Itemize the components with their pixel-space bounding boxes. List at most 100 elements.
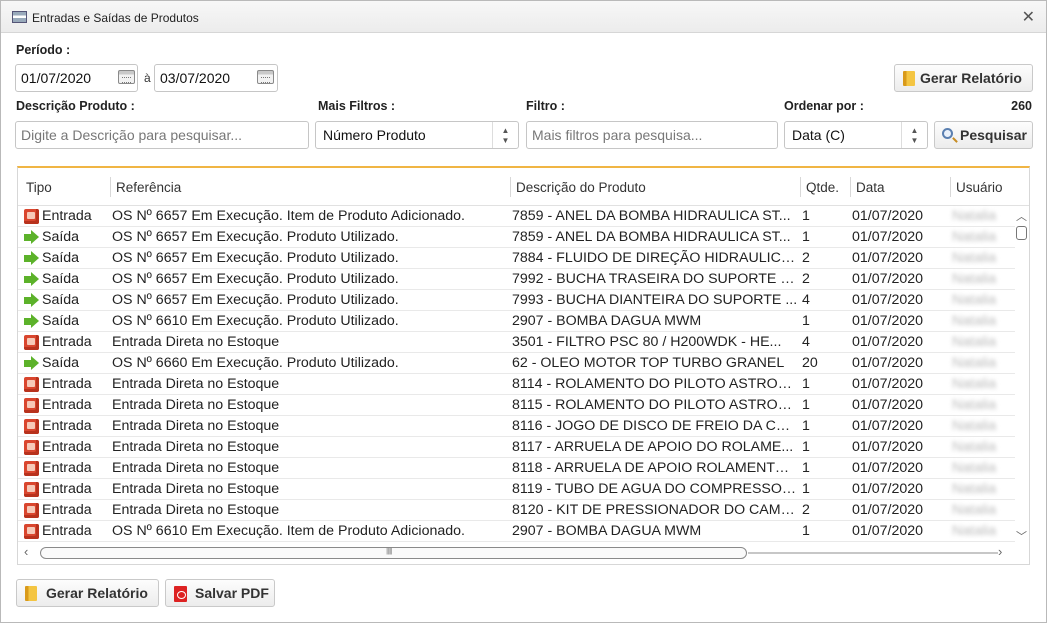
referencia-cell: Entrada Direta no Estoque — [112, 460, 280, 476]
search-button[interactable]: Pesquisar — [934, 121, 1033, 149]
select-arrows-icon: ▲ ▼ — [901, 122, 927, 148]
scroll-up-icon[interactable]: ︿ — [1016, 208, 1027, 224]
table-row[interactable]: Entrada Entrada Direta no Estoque 8119 - T… — [18, 479, 1015, 500]
results-grid: Tipo Referência Descrição do Produto Qtd… — [17, 166, 1030, 565]
titlebar: Entradas e Saídas de Produtos ✕ — [1, 1, 1046, 33]
scroll-right-icon[interactable]: › — [998, 544, 1002, 559]
folder-icon — [25, 586, 37, 601]
col-separator[interactable] — [850, 177, 851, 197]
scroll-track[interactable] — [748, 552, 998, 554]
col-separator[interactable] — [110, 177, 111, 197]
referencia-cell: OS Nº 6657 Em Execução. Produto Utilizad… — [112, 229, 399, 245]
filter-label: Filtro : — [526, 99, 565, 113]
data-cell: 01/07/2020 — [852, 502, 924, 518]
table-row[interactable]: Saída OS Nº 6657 Em Execução. Produto Uti… — [18, 269, 1015, 290]
tipo-cell: Entrada — [42, 208, 92, 224]
vertical-scroll-thumb[interactable] — [1016, 226, 1027, 240]
col-header-referencia[interactable]: Referência — [116, 180, 181, 195]
tipo-cell: Entrada — [42, 502, 92, 518]
table-row[interactable]: Entrada Entrada Direta no Estoque 8114 - R… — [18, 374, 1015, 395]
generate-report-button[interactable]: Gerar Relatório — [16, 579, 159, 607]
tipo-cell: Saída — [42, 355, 80, 371]
close-icon[interactable]: ✕ — [1022, 7, 1035, 27]
data-cell: 01/07/2020 — [852, 523, 924, 539]
table-row[interactable]: Saída OS Nº 6657 Em Execução. Produto Uti… — [18, 227, 1015, 248]
data-cell: 01/07/2020 — [852, 229, 924, 245]
referencia-cell: Entrada Direta no Estoque — [112, 502, 280, 518]
col-separator[interactable] — [510, 177, 511, 197]
usuario-cell: Natalia — [952, 292, 997, 308]
tipo-cell: Saída — [42, 271, 80, 287]
referencia-cell: Entrada Direta no Estoque — [112, 376, 280, 392]
table-row[interactable]: Entrada OS Nº 6610 Em Execução. Item de P… — [18, 521, 1015, 542]
col-header-descricao[interactable]: Descrição do Produto — [516, 180, 646, 195]
save-pdf-label: Salvar PDF — [195, 585, 269, 601]
vertical-scrollbar[interactable]: ︿ ﹀ — [1014, 208, 1028, 544]
table-row[interactable]: Entrada Entrada Direta no Estoque 8117 - A… — [18, 437, 1015, 458]
table-row[interactable]: Saída OS Nº 6660 Em Execução. Produto Uti… — [18, 353, 1015, 374]
tipo-cell: Entrada — [42, 523, 92, 539]
data-cell: 01/07/2020 — [852, 355, 924, 371]
data-cell: 01/07/2020 — [852, 208, 924, 224]
table-row[interactable]: Entrada Entrada Direta no Estoque 8115 - R… — [18, 395, 1015, 416]
table-row[interactable]: Entrada Entrada Direta no Estoque 8118 - A… — [18, 458, 1015, 479]
table-row[interactable]: Entrada OS Nº 6657 Em Execução. Item de P… — [18, 206, 1015, 227]
col-header-tipo[interactable]: Tipo — [26, 180, 52, 195]
col-separator[interactable] — [950, 177, 951, 197]
col-header-qtde[interactable]: Qtde. — [806, 180, 839, 195]
descricao-cell: 8118 - ARRUELA DE APOIO ROLAMENTO ... — [512, 460, 798, 476]
descricao-cell: 2907 - BOMBA DAGUA MWM — [512, 523, 702, 539]
referencia-cell: OS Nº 6610 Em Execução. Item de Produto … — [112, 523, 465, 539]
descricao-cell: 8117 - ARRUELA DE APOIO DO ROLAME... — [512, 439, 794, 455]
descricao-cell: 62 - OLEO MOTOR TOP TURBO GRANEL — [512, 355, 785, 371]
col-header-usuario[interactable]: Usuário — [956, 180, 1003, 195]
data-cell: 01/07/2020 — [852, 271, 924, 287]
usuario-cell: Natalia — [952, 229, 997, 245]
horizontal-scrollbar[interactable]: ‹ › — [18, 542, 1015, 564]
tipo-cell: Entrada — [42, 397, 92, 413]
data-cell: 01/07/2020 — [852, 481, 924, 497]
description-search-input[interactable] — [15, 121, 309, 149]
data-cell: 01/07/2020 — [852, 439, 924, 455]
table-row[interactable]: Entrada Entrada Direta no Estoque 3501 - F… — [18, 332, 1015, 353]
table-row[interactable]: Entrada Entrada Direta no Estoque 8116 - J… — [18, 416, 1015, 437]
more-filters-value: Número Produto — [323, 127, 426, 143]
scroll-down-icon[interactable]: ﹀ — [1016, 528, 1027, 544]
scroll-left-icon[interactable]: ‹ — [24, 544, 28, 559]
referencia-cell: Entrada Direta no Estoque — [112, 397, 280, 413]
col-header-data[interactable]: Data — [856, 180, 885, 195]
order-by-label: Ordenar por : — [784, 99, 864, 113]
save-pdf-button[interactable]: Salvar PDF — [165, 579, 275, 607]
qtde-cell: 1 — [802, 229, 810, 245]
more-filters-label: Mais Filtros : — [318, 99, 396, 113]
more-filters-select[interactable]: Número Produto ▲ ▼ — [315, 121, 519, 149]
table-row[interactable]: Entrada Entrada Direta no Estoque 8120 - K… — [18, 500, 1015, 521]
entrada-icon — [24, 503, 39, 518]
calendar-icon[interactable] — [257, 70, 274, 84]
usuario-cell: Natalia — [952, 376, 997, 392]
pdf-icon — [174, 586, 187, 602]
horizontal-scroll-thumb[interactable] — [40, 546, 747, 559]
usuario-cell: Natalia — [952, 418, 997, 434]
generate-report-top-button[interactable]: Gerar Relatório — [894, 64, 1033, 92]
usuario-cell: Natalia — [952, 334, 997, 350]
table-row[interactable]: Saída OS Nº 6610 Em Execução. Produto Uti… — [18, 311, 1015, 332]
period-label: Período : — [16, 43, 71, 57]
qtde-cell: 20 — [802, 355, 818, 371]
order-by-select[interactable]: Data (C) ▲ ▼ — [784, 121, 928, 149]
search-label: Pesquisar — [960, 127, 1027, 143]
tipo-cell: Saída — [42, 292, 80, 308]
col-separator[interactable] — [800, 177, 801, 197]
saida-arrow-icon — [24, 251, 39, 266]
calendar-icon[interactable] — [118, 70, 135, 84]
saida-arrow-icon — [24, 230, 39, 245]
table-row[interactable]: Saída OS Nº 6657 Em Execução. Produto Uti… — [18, 290, 1015, 311]
data-cell: 01/07/2020 — [852, 397, 924, 413]
entrada-icon — [24, 377, 39, 392]
referencia-cell: OS Nº 6657 Em Execução. Produto Utilizad… — [112, 250, 399, 266]
tipo-cell: Entrada — [42, 460, 92, 476]
qtde-cell: 1 — [802, 397, 810, 413]
table-row[interactable]: Saída OS Nº 6657 Em Execução. Produto Uti… — [18, 248, 1015, 269]
qtde-cell: 1 — [802, 418, 810, 434]
filter-input[interactable] — [526, 121, 778, 149]
